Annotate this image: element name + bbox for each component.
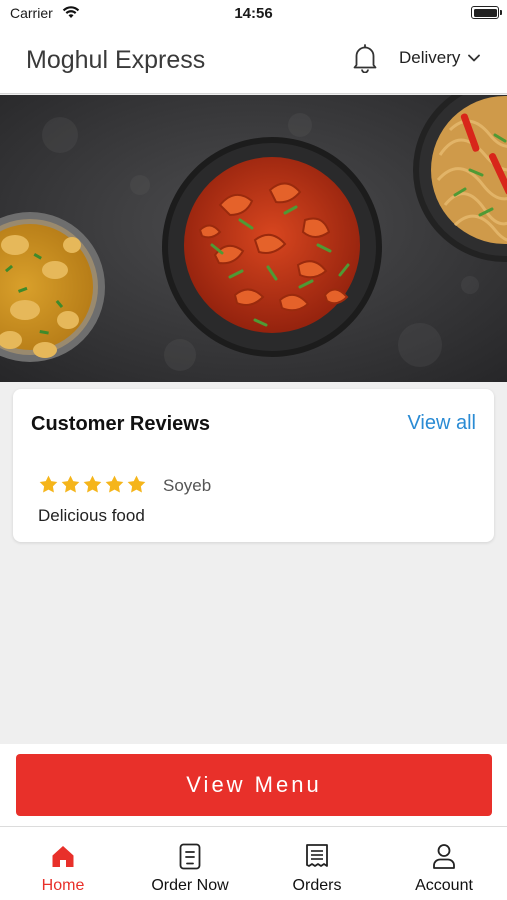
receipt-icon bbox=[306, 844, 328, 867]
delivery-mode-select[interactable]: Delivery bbox=[399, 48, 481, 68]
tab-orders[interactable]: Orders bbox=[254, 827, 380, 900]
status-bar: Carrier 14:56 bbox=[0, 0, 507, 26]
review-text: Delicious food bbox=[38, 506, 145, 525]
app-title: Moghul Express bbox=[26, 46, 206, 74]
view-all-reviews-link[interactable]: View all bbox=[407, 412, 476, 435]
status-time: 14:56 bbox=[234, 5, 273, 22]
star-icon bbox=[83, 475, 102, 493]
delivery-label: Delivery bbox=[399, 48, 461, 67]
star-icon bbox=[61, 475, 80, 493]
hero-food-image bbox=[0, 95, 507, 382]
order-icon bbox=[179, 843, 201, 870]
tab-account[interactable]: Account bbox=[381, 827, 507, 900]
star-icon bbox=[127, 475, 146, 493]
star-icon bbox=[39, 475, 58, 493]
bell-icon[interactable] bbox=[351, 43, 379, 73]
chevron-down-icon bbox=[468, 54, 481, 62]
food-photo bbox=[0, 95, 507, 382]
app-header: Moghul Express Delivery bbox=[0, 26, 507, 94]
cta-bar: View Menu bbox=[0, 744, 507, 826]
tab-label: Account bbox=[415, 877, 473, 894]
rating-stars bbox=[38, 474, 147, 495]
home-icon bbox=[52, 846, 74, 867]
view-menu-button[interactable]: View Menu bbox=[16, 754, 492, 816]
bottom-tab-bar: Home Order Now Orders Account bbox=[0, 826, 507, 900]
tab-label: Orders bbox=[292, 877, 342, 894]
reviews-title: Customer Reviews bbox=[31, 413, 210, 435]
customer-reviews-card: Customer Reviews View all Soyeb Deliciou… bbox=[13, 389, 494, 542]
star-icon bbox=[105, 475, 124, 493]
tab-home[interactable]: Home bbox=[0, 827, 126, 900]
tab-order-now[interactable]: Order Now bbox=[127, 827, 253, 900]
tab-label: Home bbox=[41, 877, 85, 894]
reviewer-name: Soyeb bbox=[163, 476, 212, 495]
tab-label: Order Now bbox=[151, 877, 229, 894]
user-icon bbox=[433, 844, 455, 869]
battery-icon bbox=[471, 6, 502, 19]
